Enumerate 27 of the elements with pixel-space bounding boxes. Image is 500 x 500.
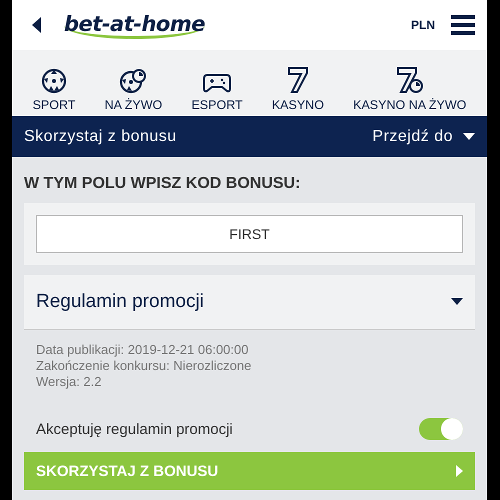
terms-detail: Data publikacji: 2019-12-21 06:00:00 [36, 342, 250, 358]
back-icon[interactable] [32, 17, 42, 33]
football-icon [41, 68, 68, 94]
terms-dropdown[interactable]: Regulamin promocji [24, 275, 475, 330]
menu-icon[interactable] [451, 15, 475, 35]
currency-label[interactable]: PLN [411, 18, 435, 32]
terms-detail: Wersja: 2.2 [36, 374, 103, 390]
nav-tab[interactable]: SPORT [32, 68, 76, 112]
football-clock-icon [119, 68, 148, 94]
nav-tab[interactable]: KASYNO NA ŻYWO [353, 66, 466, 112]
nav-tab[interactable]: NA ŻYWO [104, 68, 162, 112]
gamepad-icon [202, 72, 232, 94]
accept-toggle[interactable] [419, 418, 463, 440]
caret-icon[interactable] [463, 132, 475, 140]
arrow-icon [456, 465, 463, 477]
seven-clock-icon [396, 66, 424, 94]
nav-tab[interactable]: ESPORT [191, 72, 243, 112]
logo[interactable]: bet-at-home [64, 12, 205, 38]
nav-tab[interactable]: KASYNO [272, 66, 324, 112]
bonus-code-field[interactable]: FIRST [36, 215, 463, 253]
jump-to-menu[interactable]: Przejdź do [372, 128, 453, 146]
seven-icon [286, 66, 309, 94]
page-title: Skorzystaj z bonusu [24, 128, 177, 146]
accept-label: Akceptuję regulamin promocji [36, 420, 233, 438]
bonus-heading: W TYM POLU WPISZ KOD BONUSU: [24, 175, 302, 193]
caret-icon [451, 298, 463, 306]
terms-detail: Zakończenie konkursu: Nierozliczone [36, 358, 252, 374]
